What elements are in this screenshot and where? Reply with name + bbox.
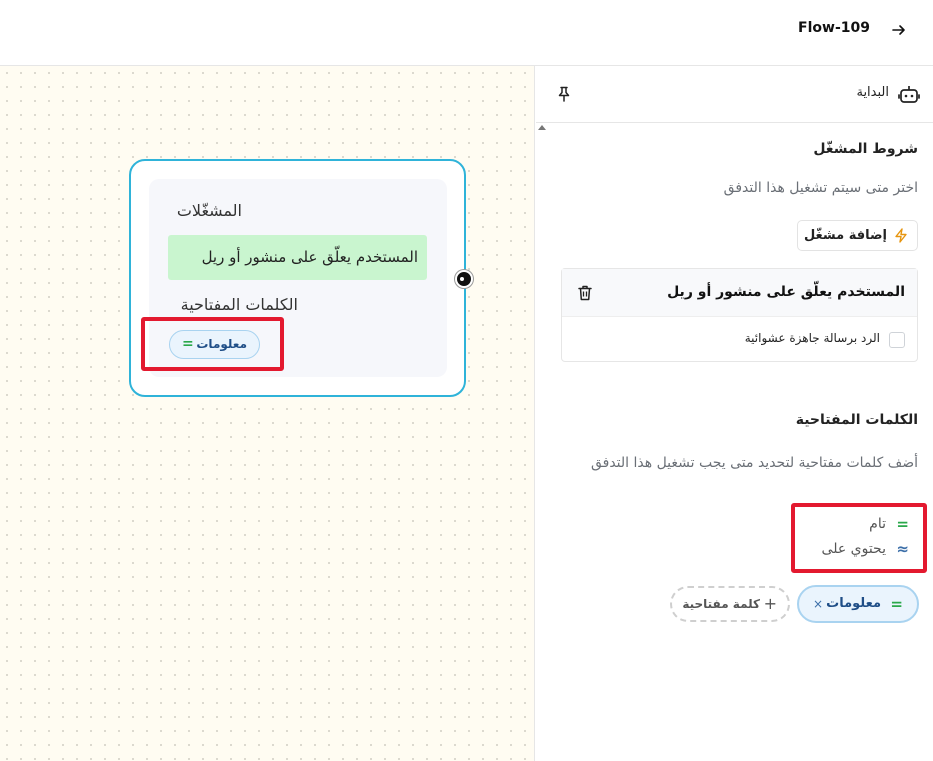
add-keyword-label: كلمة مفتاحية: [682, 597, 760, 611]
trash-icon[interactable]: [578, 285, 592, 301]
trigger-node[interactable]: المشغّلات المستخدم يعلّق على منشور أو ري…: [129, 159, 466, 397]
approx-icon: ≈: [896, 540, 909, 558]
trigger-card-title: المستخدم يعلّق على منشور أو ريل: [667, 284, 905, 300]
keywords-title: الكلمات المفتاحية: [795, 412, 918, 428]
node-keyword-chip-label: معلومات: [196, 337, 247, 351]
add-keyword-button[interactable]: + كلمة مفتاحية: [670, 586, 790, 622]
equals-icon: =: [890, 595, 903, 613]
trigger-conditions-desc: اختر متى سيتم تشغيل هذا التدفق: [723, 180, 918, 196]
equals-icon: =: [896, 515, 909, 533]
trigger-card-header: المستخدم يعلّق على منشور أو ريل: [562, 269, 917, 317]
random-reply-label: الرد برسالة جاهزة عشوائية: [744, 331, 880, 345]
trigger-conditions-title: شروط المشغّل: [813, 141, 918, 157]
node-trigger-item[interactable]: المستخدم يعلّق على منشور أو ريل: [168, 235, 427, 280]
node-keyword-chip[interactable]: معلومات =: [169, 330, 260, 359]
flow-canvas[interactable]: المشغّلات المستخدم يعلّق على منشور أو ري…: [0, 66, 535, 761]
close-icon[interactable]: ×: [813, 587, 823, 621]
match-type-exact-label[interactable]: تام: [869, 516, 886, 532]
plus-icon: +: [763, 594, 777, 613]
keyword-chip[interactable]: = معلومات ×: [797, 585, 919, 623]
add-trigger-button[interactable]: إضافة مشغّل: [797, 220, 918, 251]
highlight-box-match-types: [791, 503, 927, 573]
add-trigger-label: إضافة مشغّل: [803, 228, 887, 243]
random-reply-checkbox[interactable]: [889, 332, 905, 348]
settings-panel: البداية شروط المشغّل اختر متى سيتم تشغيل…: [536, 66, 933, 761]
scrollbar-up-arrow[interactable]: [538, 125, 546, 130]
start-label: البداية: [856, 85, 889, 100]
flow-title: Flow-109: [798, 20, 870, 36]
node-output-port[interactable]: [455, 270, 473, 288]
match-type-contains-label[interactable]: يحتوي على: [822, 541, 886, 557]
equals-icon: =: [182, 336, 194, 352]
top-bar: Flow-109: [0, 0, 933, 66]
bot-icon: [898, 86, 920, 103]
keyword-chip-label: معلومات: [826, 596, 881, 611]
node-triggers-title: المشغّلات: [176, 201, 242, 220]
trigger-node-body: المشغّلات المستخدم يعلّق على منشور أو ري…: [149, 179, 447, 377]
trigger-card: المستخدم يعلّق على منشور أو ريل الرد برس…: [561, 268, 918, 362]
bolt-icon: [895, 228, 907, 243]
panel-header: البداية: [536, 66, 933, 123]
pin-icon[interactable]: [556, 86, 572, 102]
arrow-right-icon[interactable]: [891, 22, 907, 38]
keywords-desc: أضف كلمات مفتاحية لتحديد متى يجب تشغيل ه…: [590, 455, 918, 471]
node-keywords-title: الكلمات المفتاحية: [180, 295, 298, 314]
